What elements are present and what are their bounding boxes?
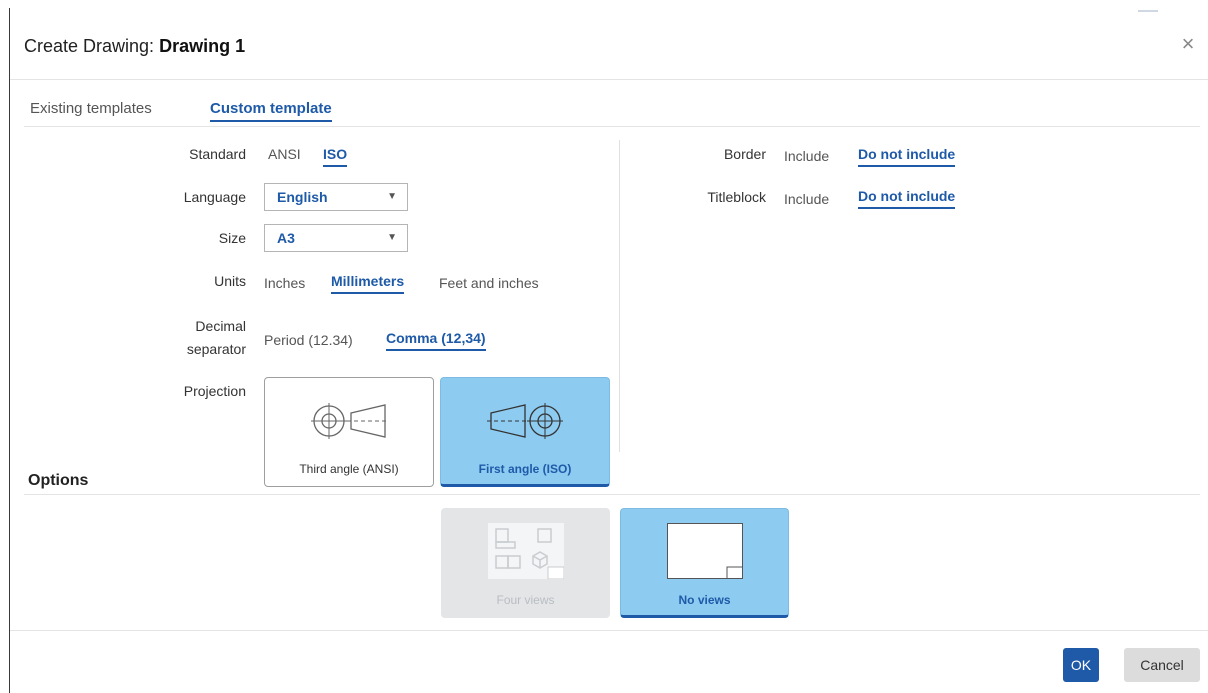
decimal-label-line1: Decimal xyxy=(195,318,246,334)
ok-button[interactable]: OK xyxy=(1063,648,1099,682)
projection-label: Projection xyxy=(183,383,246,399)
standard-label: Standard xyxy=(189,146,246,162)
first-angle-projection-icon xyxy=(487,403,563,439)
no-views-card[interactable]: No views xyxy=(620,508,789,618)
options-divider xyxy=(24,494,1200,495)
titleblock-option-include[interactable]: Include xyxy=(784,191,829,210)
column-divider xyxy=(619,140,620,452)
decimal-label-line2: separator xyxy=(186,341,246,357)
options-heading: Options xyxy=(28,472,89,489)
size-select[interactable]: A3 ▼ xyxy=(264,224,408,252)
chevron-down-icon: ▼ xyxy=(387,191,397,202)
size-label: Size xyxy=(218,230,246,246)
units-option-feet-and-inches[interactable]: Feet and inches xyxy=(439,275,539,294)
projection-first-angle-label: First angle (ISO) xyxy=(478,462,572,476)
language-select[interactable]: English ▼ xyxy=(264,183,408,211)
no-views-icon xyxy=(667,523,743,579)
close-icon[interactable]: × xyxy=(1178,32,1198,56)
decimal-option-comma[interactable]: Comma (12,34) xyxy=(386,330,486,351)
four-views-card: Four views xyxy=(441,508,610,618)
border-option-do-not-include[interactable]: Do not include xyxy=(858,146,956,167)
chevron-down-icon: ▼ xyxy=(387,232,397,243)
size-value: A3 xyxy=(277,230,295,246)
tab-existing-templates[interactable]: Existing templates xyxy=(30,100,152,120)
window-edge xyxy=(9,8,10,693)
cancel-button[interactable]: Cancel xyxy=(1124,648,1200,682)
border-option-include[interactable]: Include xyxy=(784,148,829,167)
standard-option-ansi[interactable]: ANSI xyxy=(268,146,301,165)
header-divider xyxy=(10,79,1208,80)
drawing-name: Drawing 1 xyxy=(159,36,246,56)
four-views-label: Four views xyxy=(496,593,555,607)
window-edge-mark xyxy=(1138,10,1158,12)
standard-option-iso[interactable]: ISO xyxy=(323,146,348,167)
no-views-label: No views xyxy=(678,593,731,607)
dialog-title-prefix: Create Drawing: xyxy=(24,36,155,56)
projection-third-angle-label: Third angle (ANSI) xyxy=(299,462,399,476)
titleblock-option-do-not-include[interactable]: Do not include xyxy=(858,188,956,209)
dialog-title: Create Drawing: Drawing 1 xyxy=(24,36,245,57)
units-option-inches[interactable]: Inches xyxy=(264,275,305,294)
projection-first-angle-card[interactable]: First angle (ISO) xyxy=(440,377,610,487)
footer-divider xyxy=(10,630,1208,631)
third-angle-projection-icon xyxy=(311,403,389,439)
border-label: Border xyxy=(723,146,766,162)
language-label: Language xyxy=(183,189,246,205)
tabs-divider xyxy=(24,126,1200,127)
titleblock-label: Titleblock xyxy=(707,189,766,205)
tab-custom-template[interactable]: Custom template xyxy=(210,100,332,122)
projection-third-angle-card[interactable]: Third angle (ANSI) xyxy=(264,377,434,487)
decimal-option-period[interactable]: Period (12.34) xyxy=(264,332,353,351)
units-label: Units xyxy=(214,273,246,289)
units-option-millimeters[interactable]: Millimeters xyxy=(331,273,405,294)
four-views-icon xyxy=(488,523,564,579)
language-value: English xyxy=(277,189,328,205)
